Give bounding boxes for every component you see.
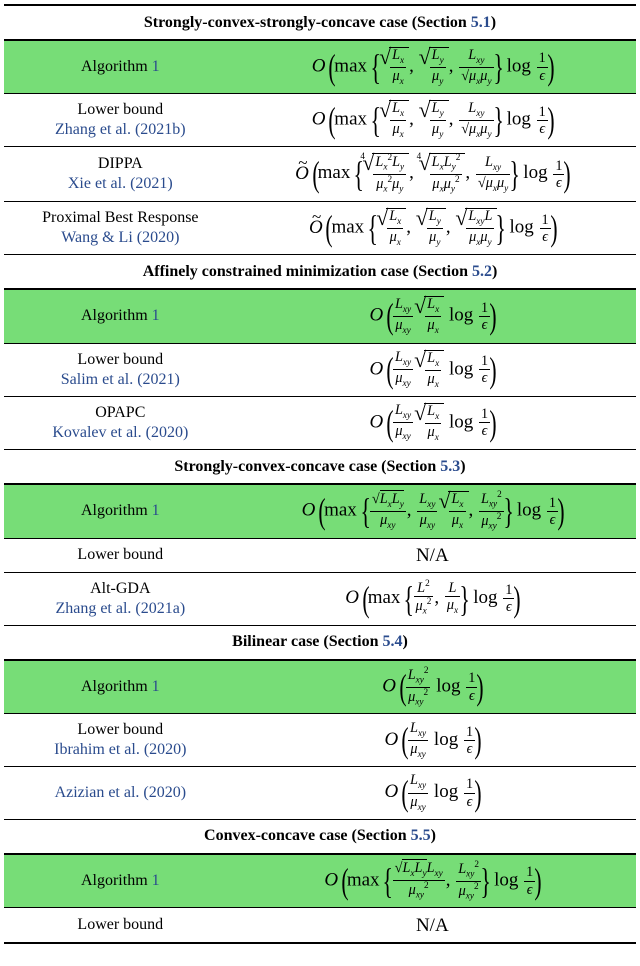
table-row: OPAPCKovalev et al. (2020) O (Lxyμxy√Lxμ…	[4, 397, 636, 450]
complexity-cell: O (Lxyμxy log 1ϵ)	[233, 773, 632, 812]
complexity-cell: O (max {√Lxμx, √Lyμy, √LxyLμxμy} log 1ϵ)	[233, 208, 632, 248]
table-row: Lower boundSalim et al. (2021) O (Lxyμxy…	[4, 344, 636, 397]
header-text: Strongly-convex-concave case (Section 5.…	[174, 458, 465, 476]
method-cell: Lower boundSalim et al. (2021)	[8, 350, 233, 390]
table-row: DIPPAXie et al. (2021) O (max {√Lx2Lyμx2…	[4, 147, 636, 202]
complexity-cell: O (Lxyμxy log 1ϵ)	[233, 721, 632, 760]
complexity-cell: N/A	[233, 916, 632, 935]
complexity-cell: O (max {√Lxμx, √Lyμy, Lxy√μxμy} log 1ϵ)	[233, 100, 632, 140]
method-cell: DIPPAXie et al. (2021)	[8, 154, 233, 194]
method-cell: Lower boundIbrahim et al. (2020)	[8, 720, 233, 760]
method-cell: Algorithm 1	[8, 306, 233, 326]
section-link[interactable]: 5.1	[471, 14, 491, 31]
table-row: Algorithm 1 O (max {√Lxμx, √Lyμy, Lxy√μx…	[4, 40, 636, 94]
table-row: Algorithm 1 O (Lxyμxy√Lxμx log 1ϵ)	[4, 289, 636, 343]
complexity-cell: O (max {√LxLyLxyμxy2, Lxy2μxy2} log 1ϵ)	[233, 861, 632, 902]
complexity-cell: O (Lxyμxy√Lxμx log 1ϵ)	[233, 350, 632, 390]
table-row: Algorithm 1 O (max {√LxLyLxyμxy2, Lxy2μx…	[4, 854, 636, 909]
method-cell: Azizian et al. (2020)	[8, 783, 233, 803]
citation-link[interactable]: Salim et al. (2021)	[61, 371, 180, 388]
algorithm-link[interactable]: 1	[152, 678, 160, 695]
citation-link[interactable]: Azizian et al. (2020)	[55, 784, 187, 801]
method-cell: Proximal Best ResponseWang & Li (2020)	[8, 208, 233, 248]
method-cell: OPAPCKovalev et al. (2020)	[8, 403, 233, 443]
method-cell: Lower bound	[8, 545, 233, 565]
table-row: Algorithm 1 O (max {√LxLyμxy, Lxyμxy√Lxμ…	[4, 484, 636, 539]
complexity-cell: O (max {√Lxμx, √Lyμy, Lxy√μxμy} log 1ϵ)	[233, 47, 632, 87]
citation-link[interactable]: Kovalev et al. (2020)	[52, 424, 188, 441]
section-link[interactable]: 5.2	[472, 263, 492, 280]
complexity-cell: N/A	[233, 546, 632, 565]
algorithm-link[interactable]: 1	[152, 307, 160, 324]
table-row: Proximal Best ResponseWang & Li (2020) O…	[4, 202, 636, 255]
header-text: Affinely constrained minimization case (…	[143, 263, 498, 281]
complexity-cell: O (max {L2μx2, Lμx} log 1ϵ)	[233, 580, 632, 617]
table-row: Alt-GDAZhang et al. (2021a) O (max {L2μx…	[4, 573, 636, 626]
table-row: Algorithm 1 O (Lxy2μxy2 log 1ϵ)	[4, 660, 636, 715]
complexity-cell: O (Lxyμxy√Lxμx log 1ϵ)	[233, 403, 632, 443]
table-row: Lower boundZhang et al. (2021b) O (max {…	[4, 94, 636, 147]
table-row: Azizian et al. (2020) O (Lxyμxy log 1ϵ)	[4, 767, 636, 819]
method-cell: Alt-GDAZhang et al. (2021a)	[8, 579, 233, 619]
citation-link[interactable]: Wang & Li (2020)	[61, 229, 179, 246]
section-header-5-3: Strongly-convex-concave case (Section 5.…	[4, 450, 636, 484]
citation-link[interactable]: Zhang et al. (2021a)	[55, 600, 185, 617]
complexity-cell: O (max {√Lx2Lyμx2μy, √LxLy2μxμy2, Lxy√μx…	[233, 153, 632, 195]
algorithm-link[interactable]: 1	[152, 502, 160, 519]
section-header-5-5: Convex-concave case (Section 5.5)	[4, 820, 636, 854]
method-cell: Algorithm 1	[8, 871, 233, 891]
table-row: Lower boundIbrahim et al. (2020) O (Lxyμ…	[4, 714, 636, 767]
table-row: Lower bound N/A	[4, 539, 636, 573]
complexity-table: Strongly-convex-strongly-concave case (S…	[4, 4, 636, 944]
citation-link[interactable]: Xie et al. (2021)	[68, 175, 173, 192]
section-header-5-1: Strongly-convex-strongly-concave case (S…	[4, 6, 636, 40]
method-cell: Algorithm 1	[8, 57, 233, 77]
section-link[interactable]: 5.5	[411, 827, 431, 844]
header-text: Strongly-convex-strongly-concave case (S…	[144, 14, 496, 32]
header-text: Convex-concave case (Section 5.5)	[204, 827, 436, 845]
section-link[interactable]: 5.4	[383, 633, 403, 650]
section-link[interactable]: 5.3	[440, 458, 460, 475]
method-cell: Lower bound	[8, 915, 233, 935]
algorithm-link[interactable]: 1	[152, 872, 160, 889]
header-text: Bilinear case (Section 5.4)	[232, 633, 408, 651]
section-header-5-4: Bilinear case (Section 5.4)	[4, 626, 636, 660]
complexity-cell: O (Lxy2μxy2 log 1ϵ)	[233, 667, 632, 708]
method-cell: Lower boundZhang et al. (2021b)	[8, 100, 233, 140]
method-cell: Algorithm 1	[8, 501, 233, 521]
table-row: Lower bound N/A	[4, 908, 636, 942]
citation-link[interactable]: Ibrahim et al. (2020)	[54, 741, 186, 758]
method-cell: Algorithm 1	[8, 677, 233, 697]
complexity-cell: O (Lxyμxy√Lxμx log 1ϵ)	[233, 296, 632, 336]
complexity-cell: O (max {√LxLyμxy, Lxyμxy√Lxμx, Lxy2μxy2}…	[233, 491, 632, 532]
citation-link[interactable]: Zhang et al. (2021b)	[55, 121, 186, 138]
algorithm-link[interactable]: 1	[152, 58, 160, 75]
section-header-5-2: Affinely constrained minimization case (…	[4, 255, 636, 289]
